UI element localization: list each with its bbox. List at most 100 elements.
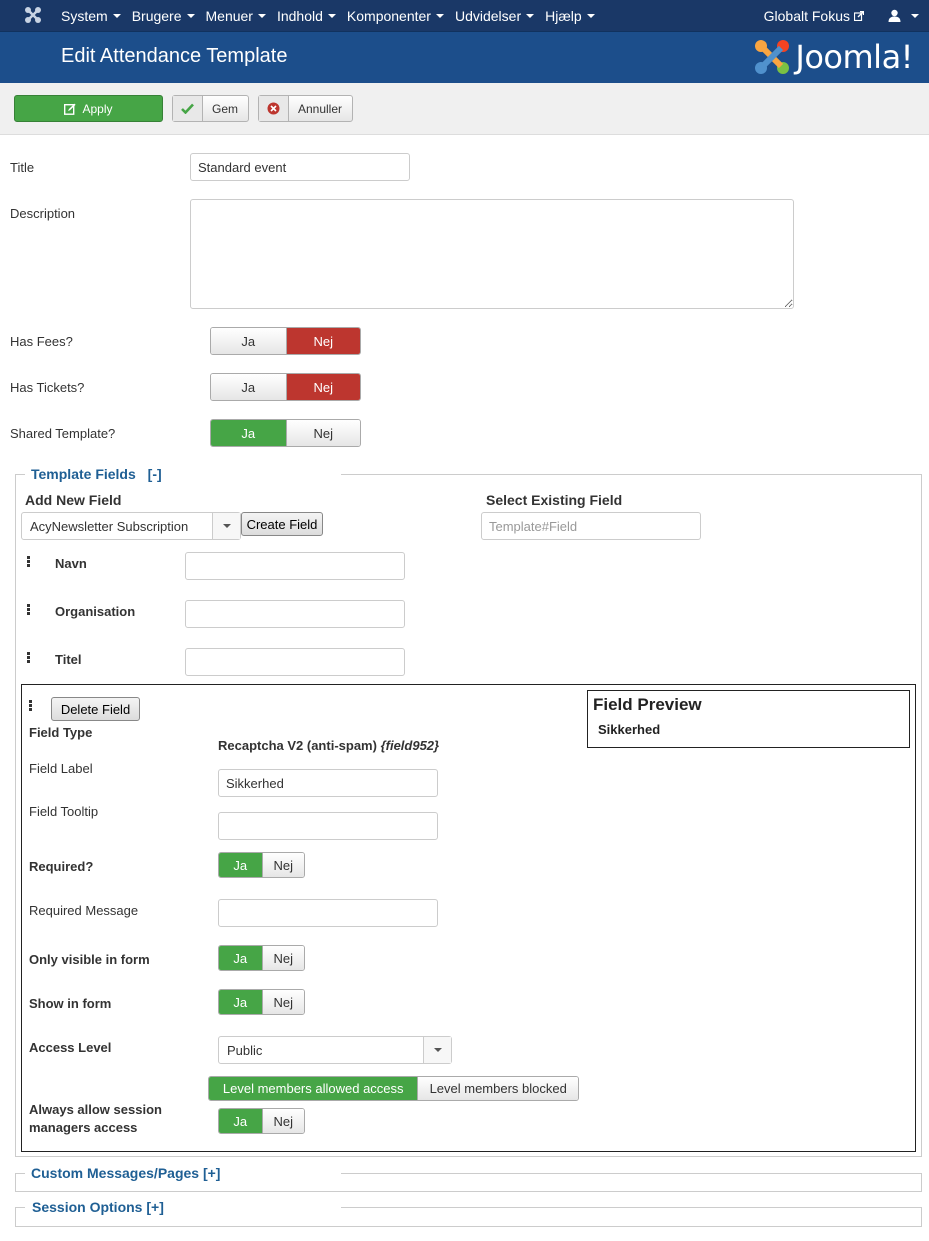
caret-down-icon: [586, 13, 595, 18]
caret-down-icon: [186, 13, 195, 18]
external-link-icon: [854, 10, 864, 21]
access-mode-toggle: Level members allowed access Level membe…: [208, 1076, 579, 1101]
access-level-label: Access Level: [29, 1040, 112, 1055]
field-label-titel: Titel: [55, 652, 82, 667]
caret-down-icon: [433, 1048, 442, 1052]
caret-down-icon: [257, 13, 266, 18]
has-fees-toggle: Ja Nej: [210, 327, 361, 355]
shared-template-toggle: Ja Nej: [210, 419, 361, 447]
nav-components[interactable]: Komponenter: [347, 8, 444, 24]
show-in-form-no[interactable]: Nej: [261, 990, 304, 1014]
drag-handle-icon[interactable]: [27, 556, 31, 568]
access-allowed-option[interactable]: Level members allowed access: [209, 1077, 418, 1100]
access-blocked-option[interactable]: Level members blocked: [417, 1077, 578, 1100]
description-textarea[interactable]: [190, 199, 794, 309]
drag-handle-icon[interactable]: [29, 700, 33, 712]
page-header: Edit Attendance Template Joomla!: [0, 31, 929, 83]
only-visible-yes[interactable]: Ja: [219, 946, 262, 970]
has-tickets-yes[interactable]: Ja: [211, 374, 286, 400]
nav-users[interactable]: Brugere: [132, 8, 195, 24]
field-tooltip-label: Field Tooltip: [29, 804, 99, 819]
always-allow-label: Always allow session managers access: [29, 1102, 162, 1135]
organisation-input[interactable]: [185, 600, 405, 628]
nav-menus[interactable]: Menuer: [206, 8, 266, 24]
create-field-button[interactable]: Create Field: [241, 512, 323, 536]
title-input[interactable]: [190, 153, 410, 181]
has-fees-yes[interactable]: Ja: [211, 328, 286, 354]
required-message-label: Required Message: [29, 903, 139, 918]
nav-help[interactable]: Hjælp: [545, 8, 595, 24]
add-new-field-label: Add New Field: [25, 492, 122, 508]
required-no[interactable]: Nej: [261, 853, 304, 877]
delete-field-button[interactable]: Delete Field: [51, 697, 140, 721]
title-label: Title: [10, 160, 35, 175]
only-visible-label: Only visible in form: [29, 952, 150, 967]
has-tickets-no[interactable]: Nej: [285, 374, 360, 400]
nav-system[interactable]: System: [61, 8, 121, 24]
has-fees-label: Has Fees?: [10, 334, 73, 349]
custom-messages-legend[interactable]: Custom Messages/Pages [+]: [25, 1165, 227, 1181]
has-fees-no[interactable]: Nej: [285, 328, 360, 354]
check-icon: [181, 103, 194, 114]
caret-down-icon: [222, 524, 231, 528]
field-type-select[interactable]: AcyNewsletter Subscription: [21, 512, 241, 540]
field-type-label: Field Type: [29, 725, 93, 740]
select-existing-field-input[interactable]: [481, 512, 701, 540]
toolbar: Apply Gem Annuller: [0, 83, 929, 135]
has-tickets-toggle: Ja Nej: [210, 373, 361, 401]
field-tooltip-input[interactable]: [218, 812, 438, 840]
select-existing-field-label: Select Existing Field: [486, 492, 623, 508]
caret-down-icon: [112, 13, 121, 18]
field-preview-value: Sikkerhed: [598, 722, 661, 737]
caret-down-icon: [526, 13, 535, 18]
has-tickets-label: Has Tickets?: [10, 380, 85, 395]
caret-down-icon: [911, 13, 919, 18]
joomla-logo: Joomla!: [753, 38, 913, 76]
joomla-logo-icon: [755, 40, 790, 74]
field-label-input[interactable]: [218, 769, 438, 797]
joomla-menu-icon[interactable]: [24, 6, 42, 24]
field-preview: Field Preview Sikkerhed: [587, 690, 910, 748]
only-visible-toggle: Ja Nej: [218, 945, 305, 971]
titel-input[interactable]: [185, 648, 405, 676]
required-toggle: Ja Nej: [218, 852, 305, 878]
drag-handle-icon[interactable]: [27, 604, 31, 616]
field-label-label: Field Label: [29, 761, 93, 776]
caret-down-icon: [435, 13, 444, 18]
template-fields-legend: Template Fields [-]: [25, 466, 168, 482]
always-allow-toggle: Ja Nej: [218, 1108, 305, 1134]
save-button[interactable]: Gem: [172, 95, 249, 122]
required-message-input[interactable]: [218, 899, 438, 927]
page-title: Edit Attendance Template: [61, 45, 288, 67]
user-menu[interactable]: [888, 9, 919, 22]
field-preview-title: Field Preview: [593, 695, 702, 714]
field-label-navn: Navn: [55, 556, 87, 571]
description-label: Description: [10, 206, 76, 221]
field-type-value: Recaptcha V2 (anti-spam) {field952}: [218, 738, 440, 753]
drag-handle-icon[interactable]: [27, 652, 31, 664]
site-link[interactable]: Globalt Fokus: [764, 8, 864, 24]
required-yes[interactable]: Ja: [219, 853, 262, 877]
apply-button[interactable]: Apply: [14, 95, 163, 122]
always-allow-no[interactable]: Nej: [261, 1109, 304, 1133]
only-visible-no[interactable]: Nej: [261, 946, 304, 970]
caret-down-icon: [327, 13, 336, 18]
shared-template-yes[interactable]: Ja: [211, 420, 286, 446]
show-in-form-yes[interactable]: Ja: [219, 990, 262, 1014]
template-fields-collapse-toggle[interactable]: [-]: [148, 466, 162, 482]
shared-template-no[interactable]: Nej: [285, 420, 360, 446]
field-label-organisation: Organisation: [55, 604, 136, 619]
field-type-id: {field952}: [380, 738, 440, 753]
edit-icon: [64, 103, 77, 115]
shared-template-label: Shared Template?: [10, 426, 116, 441]
always-allow-yes[interactable]: Ja: [219, 1109, 262, 1133]
nav-extensions[interactable]: Udvidelser: [455, 8, 535, 24]
cancel-button[interactable]: Annuller: [258, 95, 353, 122]
user-icon: [888, 9, 901, 22]
show-in-form-label: Show in form: [29, 996, 112, 1011]
nav-content[interactable]: Indhold: [277, 8, 336, 24]
access-level-select[interactable]: Public: [218, 1036, 452, 1064]
navn-input[interactable]: [185, 552, 405, 580]
cancel-circle-icon: [267, 102, 280, 115]
session-options-legend[interactable]: Session Options [+]: [26, 1199, 170, 1215]
